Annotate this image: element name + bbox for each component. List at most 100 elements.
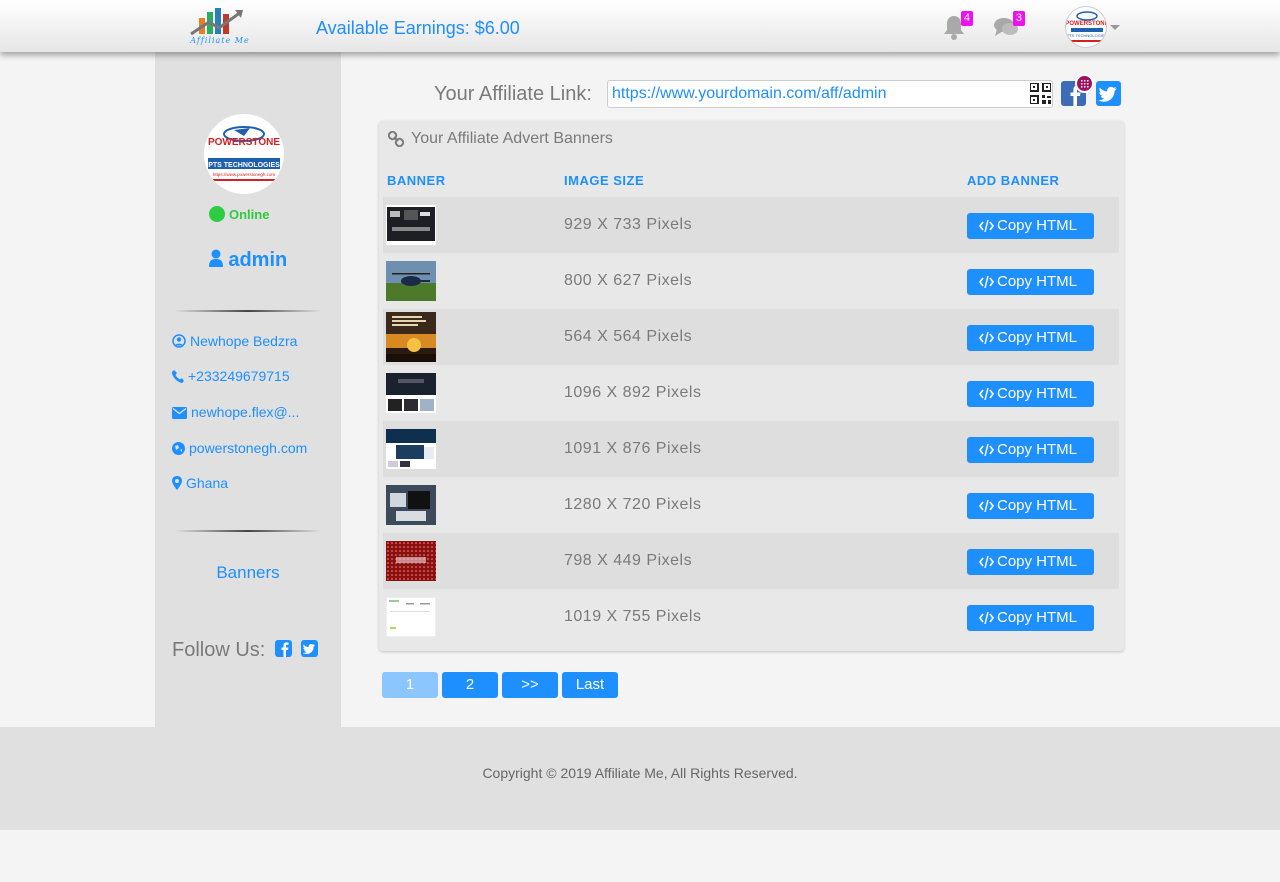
copy-html-button[interactable]: Copy HTML	[967, 549, 1094, 575]
online-dot-icon	[209, 206, 225, 222]
code-icon	[979, 443, 994, 457]
code-icon	[979, 555, 994, 569]
copy-html-label: Copy HTML	[997, 385, 1078, 402]
svg-text:PTS TECHNOLOGIES: PTS TECHNOLOGIES	[208, 162, 280, 169]
table-row: 929 X 733 Pixels Copy HTML	[383, 197, 1119, 253]
share-twitter-button[interactable]	[1096, 81, 1121, 106]
table-row: 1019 X 755 Pixels Copy HTML	[383, 589, 1119, 645]
powerstone-logo-icon: POWERSTONE PTS TECHNOLOGIES https://www.…	[208, 126, 280, 181]
email-text: newhope.flex@...	[191, 404, 300, 420]
sidebar-item-banners[interactable]: Banners	[155, 563, 341, 583]
svg-text:POWERSTONE: POWERSTONE	[1066, 21, 1107, 27]
divider	[175, 530, 321, 532]
copyright-text: Copyright © 2019 Affiliate Me, All Right…	[482, 765, 798, 781]
copy-html-label: Copy HTML	[997, 609, 1078, 626]
sidebar: POWERSTONE PTS TECHNOLOGIES https://www.…	[155, 52, 341, 727]
banner-thumbnail[interactable]	[386, 541, 436, 581]
user-circle-icon	[172, 334, 186, 348]
follow-us: Follow Us:	[172, 639, 319, 662]
copy-html-button[interactable]: Copy HTML	[967, 325, 1094, 351]
table-row: 564 X 564 Pixels Copy HTML	[383, 309, 1119, 365]
profile-website[interactable]: powerstonegh.com	[172, 440, 307, 456]
copy-html-label: Copy HTML	[997, 273, 1078, 290]
table-row: 798 X 449 Pixels Copy HTML	[383, 533, 1119, 589]
profile-email[interactable]: newhope.flex@...	[172, 404, 299, 420]
svg-text:https://www.powerstonegh.com: https://www.powerstonegh.com	[213, 172, 276, 177]
banner-thumbnail[interactable]	[386, 597, 436, 637]
image-size: 929 X 733 Pixels	[564, 216, 693, 233]
copy-html-label: Copy HTML	[997, 329, 1078, 346]
notifications-button[interactable]: 4	[941, 11, 973, 40]
facebook-icon[interactable]	[274, 640, 292, 657]
twitter-icon	[1098, 86, 1117, 102]
affiliate-link-input[interactable]	[607, 80, 1053, 108]
copy-html-label: Copy HTML	[997, 441, 1078, 458]
phone-text: +233249679715	[188, 368, 290, 384]
logo-chart-icon	[190, 8, 243, 36]
link-icon	[388, 131, 404, 147]
top-navbar: Affiliate Me Available Earnings: $6.00 4…	[0, 0, 1280, 52]
image-size: 564 X 564 Pixels	[564, 328, 693, 345]
banner-thumbnail[interactable]	[386, 485, 436, 525]
profile-name: Newhope Bedzra	[172, 333, 297, 349]
page-2-button[interactable]: 2	[442, 672, 498, 698]
affiliate-me-logo[interactable]: Affiliate Me	[185, 4, 255, 48]
status-badge: Online	[209, 206, 269, 222]
code-icon	[979, 611, 994, 625]
map-marker-icon	[172, 476, 182, 490]
banner-thumbnail[interactable]	[386, 373, 436, 413]
code-icon	[979, 331, 994, 345]
copy-html-button[interactable]: Copy HTML	[967, 493, 1094, 519]
username-label: admin	[228, 249, 288, 271]
powerstone-logo-icon: POWERSTONE PTS TECHNOLOGIES	[1066, 11, 1107, 42]
user-avatar-menu[interactable]: POWERSTONE PTS TECHNOLOGIES	[1065, 6, 1107, 48]
envelope-icon	[172, 407, 187, 419]
code-icon	[979, 499, 994, 513]
banner-thumbnail[interactable]	[386, 205, 436, 245]
next-page-button[interactable]: >>	[502, 672, 558, 698]
table-row: 800 X 627 Pixels Copy HTML	[383, 253, 1119, 309]
full-name-text: Newhope Bedzra	[190, 333, 298, 349]
image-size: 1019 X 755 Pixels	[564, 608, 702, 625]
footer: Copyright © 2019 Affiliate Me, All Right…	[0, 727, 1280, 830]
follow-us-label: Follow Us:	[172, 639, 266, 661]
image-size: 1280 X 720 Pixels	[564, 496, 702, 513]
column-header-image-size: IMAGE SIZE	[564, 173, 645, 188]
banner-thumbnail[interactable]	[386, 261, 436, 301]
svg-text:POWERSTONE: POWERSTONE	[208, 137, 280, 148]
page-1-button[interactable]: 1	[382, 672, 438, 698]
user-icon	[208, 249, 223, 267]
banner-thumbnail[interactable]	[386, 312, 436, 362]
last-page-button[interactable]: Last	[562, 672, 618, 698]
globe-icon	[172, 442, 185, 455]
copy-html-button[interactable]: Copy HTML	[967, 213, 1094, 239]
code-icon	[979, 219, 994, 233]
messages-button[interactable]: 3	[993, 11, 1025, 40]
copy-html-button[interactable]: Copy HTML	[967, 437, 1094, 463]
copy-html-button[interactable]: Copy HTML	[967, 269, 1094, 295]
chevron-down-icon[interactable]	[1110, 25, 1120, 30]
banners-panel: Your Affiliate Advert Banners BANNER IMA…	[379, 121, 1124, 651]
image-size: 800 X 627 Pixels	[564, 272, 693, 289]
messages-badge: 3	[1012, 11, 1025, 26]
copy-html-button[interactable]: Copy HTML	[967, 605, 1094, 631]
country-text: Ghana	[186, 475, 229, 491]
website-text: powerstonegh.com	[189, 440, 308, 456]
grid-dot-icon	[1075, 74, 1094, 93]
qr-code-icon[interactable]	[1030, 83, 1051, 104]
available-earnings: Available Earnings: $6.00	[316, 18, 520, 38]
profile-country: Ghana	[172, 475, 228, 491]
image-size: 1096 X 892 Pixels	[564, 384, 702, 401]
panel-title: Your Affiliate Advert Banners	[411, 130, 613, 147]
code-icon	[979, 387, 994, 401]
code-icon	[979, 275, 994, 289]
status-label: Online	[229, 207, 270, 222]
banner-thumbnail[interactable]	[386, 429, 436, 469]
logo-text: Affiliate Me	[190, 36, 250, 45]
column-header-banner: BANNER	[387, 173, 446, 188]
copy-html-button[interactable]: Copy HTML	[967, 381, 1094, 407]
twitter-icon[interactable]	[301, 640, 319, 657]
notifications-badge: 4	[960, 11, 973, 26]
copy-html-label: Copy HTML	[997, 553, 1078, 570]
copy-html-label: Copy HTML	[997, 497, 1078, 514]
